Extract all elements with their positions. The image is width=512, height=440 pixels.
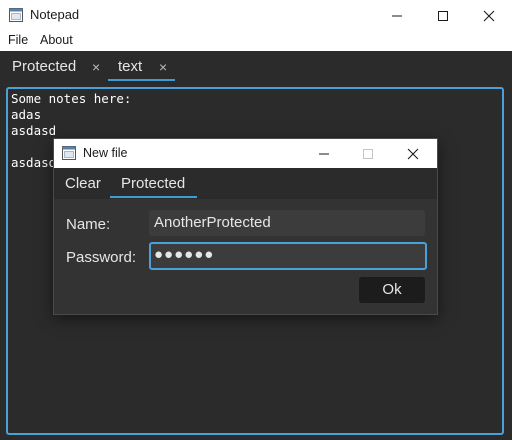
minimize-icon xyxy=(392,15,402,16)
maximize-button[interactable] xyxy=(420,0,466,31)
notepad-app-icon xyxy=(62,146,76,160)
menu-file[interactable]: File xyxy=(8,33,28,47)
tab-protected[interactable]: Protected × xyxy=(0,51,108,82)
tab-label: Protected xyxy=(12,58,77,75)
dialog-title: New file xyxy=(83,146,128,160)
maximize-icon xyxy=(363,148,373,159)
tab-close-icon[interactable]: × xyxy=(159,59,167,75)
minimize-icon xyxy=(319,153,329,154)
active-tab-indicator xyxy=(108,79,175,81)
maximize-icon xyxy=(438,10,448,21)
dialog-tab-protected[interactable]: Protected xyxy=(110,168,197,199)
tab-label: text xyxy=(118,58,143,75)
close-button[interactable] xyxy=(466,0,512,31)
notepad-app-icon xyxy=(9,8,23,22)
window-titlebar[interactable]: Notepad xyxy=(0,0,512,31)
dialog-titlebar[interactable]: New file xyxy=(54,139,437,168)
dialog-close-button[interactable] xyxy=(391,139,435,168)
tab-text[interactable]: text × xyxy=(108,51,175,82)
active-tab-indicator xyxy=(110,196,197,198)
name-label: Name: xyxy=(66,216,111,233)
menu-bar: File About xyxy=(0,31,512,51)
password-label: Password: xyxy=(66,249,137,266)
new-file-dialog: New file Clear Protected Name: AnotherPr… xyxy=(53,138,438,315)
dialog-maximize-button xyxy=(346,139,390,168)
password-input-value: ●●●●●● xyxy=(154,246,215,263)
dialog-tab-label: Protected xyxy=(121,175,186,192)
tab-close-icon[interactable]: × xyxy=(92,59,100,75)
dialog-tab-bar: Clear Protected xyxy=(54,168,437,199)
name-input[interactable]: AnotherProtected xyxy=(149,210,425,236)
ok-button[interactable]: Ok xyxy=(359,277,425,303)
name-input-value: AnotherProtected xyxy=(154,214,271,231)
dialog-minimize-button[interactable] xyxy=(302,139,346,168)
dialog-tab-label: Clear xyxy=(65,175,101,192)
password-input[interactable]: ●●●●●● xyxy=(149,242,427,270)
menu-about[interactable]: About xyxy=(40,33,73,47)
close-icon xyxy=(483,10,495,21)
minimize-button[interactable] xyxy=(374,0,420,31)
tab-bar: Protected × text × xyxy=(0,51,512,82)
window-title: Notepad xyxy=(30,7,80,22)
close-icon xyxy=(407,148,419,159)
dialog-tab-clear[interactable]: Clear xyxy=(54,168,110,199)
